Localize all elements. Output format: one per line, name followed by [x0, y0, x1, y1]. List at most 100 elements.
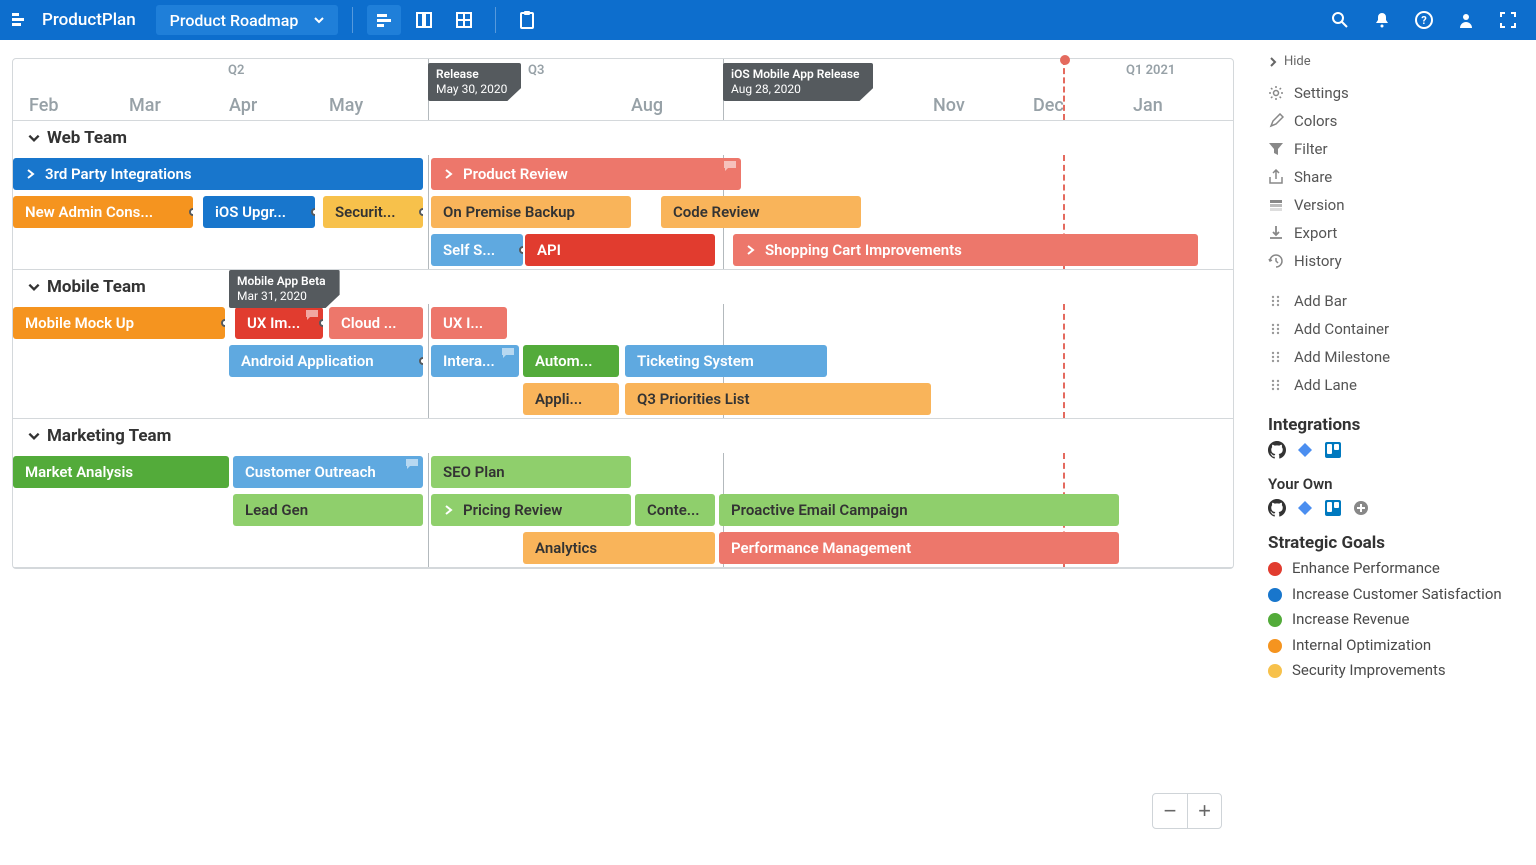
goal-color-dot	[1268, 562, 1282, 576]
month-label: Mar	[129, 95, 161, 116]
search-button[interactable]	[1322, 5, 1358, 35]
milestone-date: Mar 31, 2020	[237, 289, 326, 304]
add-integration-icon[interactable]	[1352, 499, 1370, 517]
roadmap-bar[interactable]: Code Review	[661, 196, 861, 228]
bar-label: SEO Plan	[443, 463, 505, 481]
grip-icon	[1268, 349, 1284, 365]
zoom-in-button[interactable]: +	[1187, 794, 1221, 828]
roadmap-bar[interactable]: Shopping Cart Improvements	[733, 234, 1198, 266]
lane-row: New Admin Cons... iOS Upgr... Securit... On…	[13, 193, 1233, 231]
roadmap-dropdown[interactable]: Product Roadmap	[156, 5, 339, 35]
hide-panel-button[interactable]: Hide	[1268, 54, 1524, 69]
side-menu-export[interactable]: Export	[1268, 219, 1524, 247]
timeline-header: FebMarAprMayAugNovDecJan Q2Q3Q4Q1 2021Re…	[13, 59, 1233, 121]
roadmap-bar[interactable]: 3rd Party Integrations	[13, 158, 423, 190]
roadmap-bar[interactable]: Performance Management	[719, 532, 1119, 564]
github-icon[interactable]	[1268, 499, 1286, 517]
bar-label: Conte...	[647, 501, 700, 519]
lane-body: 3rd Party IntegrationsProduct ReviewNew …	[13, 155, 1233, 269]
jira-icon[interactable]	[1296, 499, 1314, 517]
side-add-add-milestone[interactable]: Add Milestone	[1268, 343, 1524, 371]
goal-color-dot	[1268, 613, 1282, 627]
roadmap-bar[interactable]: iOS Upgr...	[203, 196, 315, 228]
side-add-add-container[interactable]: Add Container	[1268, 315, 1524, 343]
roadmap-bar[interactable]: Mobile Mock Up	[13, 307, 225, 339]
roadmap-bar[interactable]: Ticketing System	[625, 345, 827, 377]
milestone-marker[interactable]: iOS Mobile App ReleaseAug 28, 2020	[723, 63, 873, 101]
side-add-add-lane[interactable]: Add Lane	[1268, 371, 1524, 399]
side-menu-share[interactable]: Share	[1268, 163, 1524, 191]
strategic-goal[interactable]: Internal Optimization	[1268, 636, 1524, 656]
roadmap-bar[interactable]: Market Analysis	[13, 456, 229, 488]
trello-icon[interactable]	[1324, 499, 1342, 517]
month-label: Apr	[229, 95, 257, 116]
expand-chevron-icon	[443, 168, 453, 180]
view-timeline-button[interactable]	[367, 5, 401, 35]
roadmap-bar[interactable]: SEO Plan	[431, 456, 631, 488]
strategic-goal[interactable]: Increase Customer Satisfaction	[1268, 585, 1524, 605]
bar-label: iOS Upgr...	[215, 203, 286, 221]
lane-header[interactable]: Web Team	[13, 121, 1233, 155]
roadmap-bar[interactable]: Appli...	[523, 383, 619, 415]
lane-header[interactable]: Marketing Team	[13, 419, 1233, 453]
roadmap-bar[interactable]: UX Im...	[235, 307, 323, 339]
view-table-button[interactable]	[447, 5, 481, 35]
side-menu-history[interactable]: History	[1268, 247, 1524, 275]
roadmap-bar[interactable]: Q3 Priorities List	[625, 383, 931, 415]
roadmap-bar[interactable]: On Premise Backup	[431, 196, 631, 228]
clipboard-button[interactable]	[510, 5, 544, 35]
lane-name: Mobile Team	[47, 277, 146, 297]
roadmap-bar[interactable]: Android Application	[229, 345, 423, 377]
lane-name: Web Team	[47, 128, 127, 148]
roadmap-bar[interactable]: Lead Gen	[233, 494, 423, 526]
bar-label: Performance Management	[731, 539, 911, 557]
share-icon	[1268, 169, 1284, 185]
chevron-down-icon	[27, 131, 41, 145]
top-nav: ProductPlan Product Roadmap ?	[0, 0, 1536, 40]
bar-label: Self S...	[443, 241, 495, 259]
lane-header[interactable]: Mobile Team	[13, 270, 1233, 304]
roadmap-bar[interactable]: Product Review	[431, 158, 741, 190]
help-button[interactable]: ?	[1406, 5, 1442, 35]
roadmap-bar[interactable]: Intera...	[431, 345, 519, 377]
roadmap-bar[interactable]: New Admin Cons...	[13, 196, 193, 228]
bar-label: Securit...	[335, 203, 396, 221]
roadmap-bar[interactable]: UX I...	[431, 307, 507, 339]
roadmap-bar[interactable]: Proactive Email Campaign	[719, 494, 1119, 526]
roadmap-bar[interactable]: Cloud ...	[329, 307, 423, 339]
side-menu-filter[interactable]: Filter	[1268, 135, 1524, 163]
github-icon[interactable]	[1268, 441, 1286, 459]
connector-dot	[419, 208, 423, 216]
strategic-goal[interactable]: Enhance Performance	[1268, 559, 1524, 579]
bar-label: 3rd Party Integrations	[45, 165, 192, 183]
roadmap-bar[interactable]: Self S...	[431, 234, 523, 266]
account-button[interactable]	[1448, 5, 1484, 35]
goal-label: Enhance Performance	[1292, 559, 1440, 579]
jira-icon[interactable]	[1296, 441, 1314, 459]
milestone-marker[interactable]: Mobile App BetaMar 31, 2020	[229, 270, 340, 308]
strategic-goal[interactable]: Increase Revenue	[1268, 610, 1524, 630]
goal-label: Internal Optimization	[1292, 636, 1431, 656]
fullscreen-button[interactable]	[1490, 5, 1526, 35]
trello-icon[interactable]	[1324, 441, 1342, 459]
milestone-marker[interactable]: ReleaseMay 30, 2020	[428, 63, 521, 101]
roadmap-bar[interactable]: Conte...	[635, 494, 715, 526]
connector-dot	[419, 357, 423, 365]
roadmap-bar[interactable]: Pricing Review	[431, 494, 631, 526]
side-menu-colors[interactable]: Colors	[1268, 107, 1524, 135]
roadmap-bar[interactable]: Analytics	[523, 532, 715, 564]
side-menu-settings[interactable]: Settings	[1268, 79, 1524, 107]
roadmap-bar[interactable]: Customer Outreach	[233, 456, 423, 488]
view-board-button[interactable]	[407, 5, 441, 35]
side-menu-version[interactable]: Version	[1268, 191, 1524, 219]
zoom-out-button[interactable]: −	[1153, 794, 1187, 828]
roadmap-bar[interactable]: Autom...	[523, 345, 619, 377]
side-add-add-bar[interactable]: Add Bar	[1268, 287, 1524, 315]
side-menu-label: Colors	[1294, 112, 1337, 130]
roadmap-bar[interactable]: API	[525, 234, 715, 266]
strategic-goal[interactable]: Security Improvements	[1268, 661, 1524, 681]
comment-icon	[723, 160, 737, 172]
roadmap-bar[interactable]: Securit...	[323, 196, 423, 228]
notifications-button[interactable]	[1364, 5, 1400, 35]
goal-label: Security Improvements	[1292, 661, 1446, 681]
